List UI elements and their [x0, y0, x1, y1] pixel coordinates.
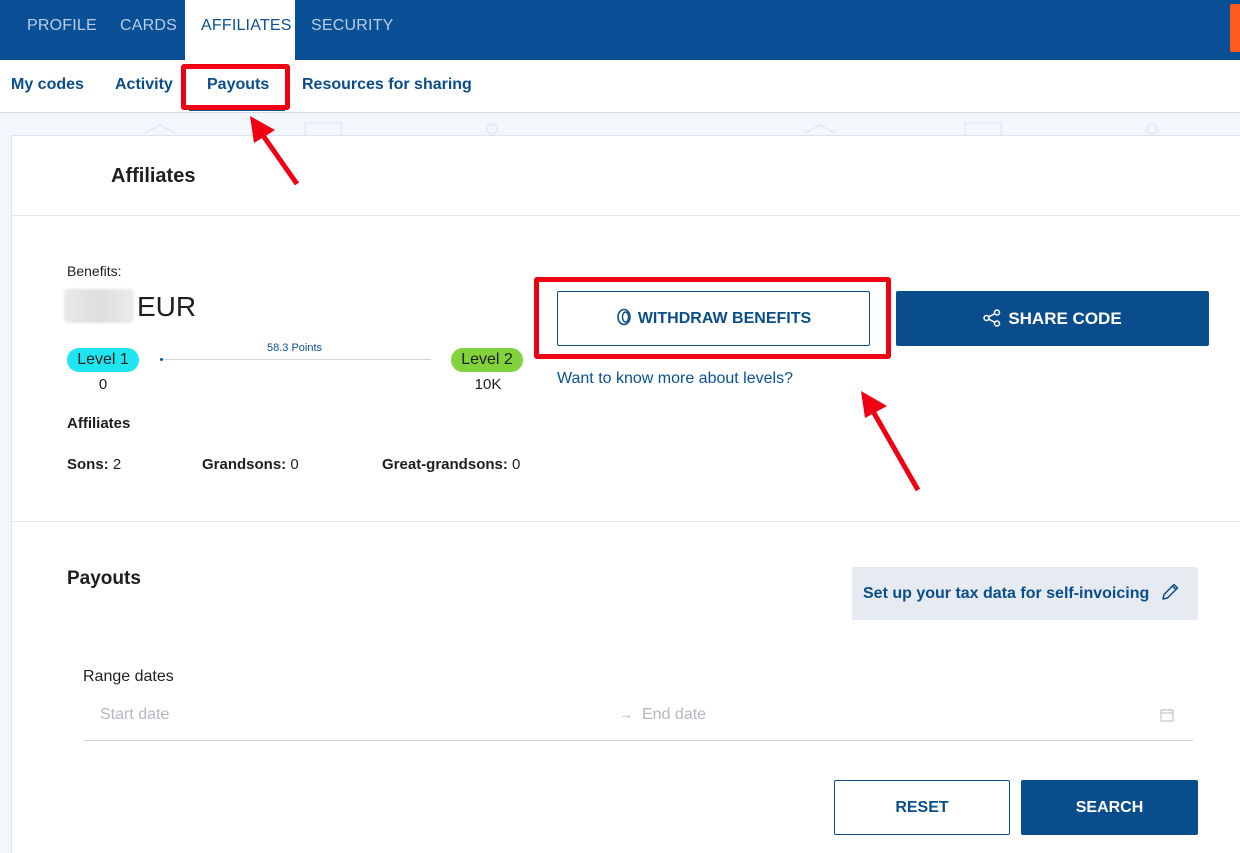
subnav-activity[interactable]: Activity: [115, 76, 173, 94]
stat-value: 2: [112, 456, 122, 473]
tax-data-label: Set up your tax data for self-invoicing: [863, 585, 1150, 602]
stat-value: 0: [512, 456, 521, 473]
tab-profile[interactable]: PROFILE: [27, 0, 97, 60]
benefits-currency: EUR: [137, 291, 197, 322]
affiliates-heading: Affiliates: [67, 415, 131, 432]
tab-security[interactable]: SECURITY: [311, 0, 394, 60]
payouts-title: Payouts: [67, 568, 141, 589]
level-from-value: 0: [98, 376, 108, 393]
stat-grandsons: Grandsons: 0: [202, 456, 299, 473]
divider: [12, 521, 1240, 522]
payouts-highlight-box: [181, 64, 290, 110]
subnav-resources-for-sharing[interactable]: Resources for sharing: [302, 76, 472, 94]
level-progress-track: [161, 359, 431, 360]
share-code-button[interactable]: SHARE CODE: [896, 291, 1209, 346]
level-to-value: 10K: [474, 376, 502, 393]
date-range-underline: [83, 740, 1193, 741]
level-from-badge: Level 1: [67, 348, 139, 372]
benefits-label: Benefits:: [67, 263, 122, 279]
points-label: 58.3 Points: [267, 342, 323, 354]
pencil-icon: [1161, 583, 1178, 600]
stat-great-grandsons: Great-grandsons: 0: [382, 456, 520, 473]
range-dates-label: Range dates: [83, 668, 174, 685]
divider: [12, 215, 1240, 216]
affiliates-card: Affiliates Benefits: EUR Level 1 0 58.3 …: [11, 135, 1240, 853]
levels-info-link[interactable]: Want to know more about levels?: [557, 370, 793, 388]
stat-value: 0: [290, 456, 299, 473]
share-label: SHARE CODE: [1008, 309, 1122, 328]
end-date-input[interactable]: End date: [642, 706, 706, 724]
stat-sons: Sons: 2: [67, 456, 121, 473]
tab-affiliates[interactable]: AFFILIATES: [185, 0, 295, 60]
date-separator-icon: →: [619, 706, 633, 722]
level-progress-fill: [160, 358, 163, 361]
top-nav: PROFILE CARDS AFFILIATES SECURITY: [0, 0, 1240, 60]
account-menu-button[interactable]: [1230, 4, 1240, 52]
subnav-my-codes[interactable]: My codes: [11, 76, 84, 94]
tab-cards[interactable]: CARDS: [120, 0, 177, 60]
reset-button[interactable]: RESET: [834, 780, 1010, 835]
search-button[interactable]: SEARCH: [1021, 780, 1198, 835]
stat-label: Great-grandsons:: [382, 456, 508, 473]
calendar-icon[interactable]: [1160, 708, 1174, 722]
share-icon: [983, 309, 1001, 327]
stat-label: Grandsons:: [202, 456, 287, 473]
start-date-input[interactable]: Start date: [100, 706, 169, 724]
card-title: Affiliates: [111, 165, 196, 187]
withdraw-highlight-box: [534, 277, 891, 359]
stat-label: Sons:: [67, 456, 109, 473]
tax-data-button[interactable]: Set up your tax data for self-invoicing: [852, 567, 1198, 620]
blurred-benefits-amount: [64, 289, 134, 323]
level-to-badge: Level 2: [451, 348, 523, 372]
